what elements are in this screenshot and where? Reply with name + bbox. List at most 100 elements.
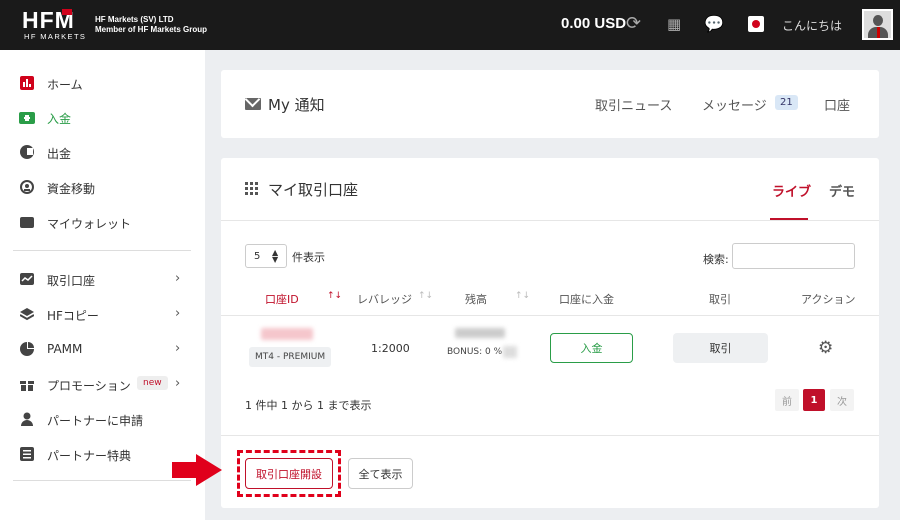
account-id-redacted [261,328,313,340]
pie-chart-icon [19,341,35,357]
bonus-redacted [503,346,517,358]
annotation-arrow-shaft [172,462,198,478]
bonus-value: BONUS: 0 % [447,347,503,357]
bar-chart-icon [19,75,35,91]
gear-icon[interactable]: ⚙ [818,339,833,357]
sidebar-divider [13,250,191,251]
search-input[interactable] [732,243,855,269]
logo-subtitle: HF MARKETS [24,32,87,41]
tab-trading-news[interactable]: 取引ニュース [595,95,672,114]
sort-arrows-icon: ▲ ▼ [272,248,279,264]
transfer-icon [19,179,35,195]
sidebar-item-withdraw[interactable]: 出金 [0,135,205,169]
sidebar-item-hfcopy[interactable]: HFコピー › [0,297,205,331]
sidebar-item-label: パートナーに申請 [47,414,144,428]
sidebar-item-trading-accounts[interactable]: 取引口座 › [0,262,205,296]
new-badge: new [137,376,168,390]
layers-icon [19,306,35,322]
notifications-card: My 通知 取引ニュース メッセージ 21 口座 [221,70,879,138]
deposit-button[interactable]: 入金 [550,333,633,363]
sidebar-item-deposit[interactable]: 入金 [0,100,205,134]
company-info: HF Markets (SV) LTD Member of HF Markets… [95,15,207,35]
sidebar-item-promotions[interactable]: プロモーション new › [0,367,205,401]
chevron-right-icon: › [175,341,181,356]
pagination-next[interactable]: 次 [830,389,854,411]
company-group: Member of HF Markets Group [95,25,208,34]
page-size-value: 5 [254,251,261,262]
table-info: 1 件中 1 から 1 まで表示 [245,399,372,412]
sidebar-item-transfer[interactable]: 資金移動 [0,170,205,204]
sidebar-item-label: パートナー特典 [47,449,132,463]
page-size-label: 件表示 [292,251,325,264]
sidebar-item-label: 資金移動 [47,182,96,196]
sidebar-item-wallet[interactable]: マイウォレット [0,205,205,239]
column-header-leverage[interactable]: レバレッジ [357,291,412,307]
gift-icon [19,376,35,392]
column-header-account-id[interactable]: 口座ID [265,291,299,307]
message-count-badge: 21 [775,95,798,110]
chevron-right-icon: › [175,271,181,286]
balance-redacted [455,328,505,338]
grid-icon [245,182,258,195]
apps-grid-icon[interactable]: ▦ [667,14,681,34]
balance-display: 0.00 USD [561,15,627,32]
sidebar-item-pamm[interactable]: PAMM › [0,332,205,366]
sidebar-item-label: HFコピー [47,309,99,323]
show-all-button[interactable]: 全て表示 [348,458,413,489]
mail-icon [245,98,261,110]
pagination-current[interactable]: 1 [803,389,825,411]
wallet-icon [19,214,35,230]
greeting: こんにちは [782,19,843,33]
sidebar-item-label: ホーム [47,78,83,92]
sidebar-item-label: 取引口座 [47,274,96,288]
sort-icon[interactable]: ↑↓ [327,291,342,301]
line-chart-icon [19,271,35,287]
list-icon [19,446,35,462]
column-header-actions: アクション [801,293,856,306]
column-header-deposit: 口座に入金 [559,293,614,306]
sort-icon[interactable]: ↑↓ [418,291,433,301]
card-footer-divider [221,435,879,436]
sidebar-item-label: PAMM [47,342,83,356]
page-size-select[interactable]: 5 ▲ ▼ [245,244,287,268]
account-type-badge: MT4 - PREMIUM [249,347,332,367]
trade-button[interactable]: 取引 [673,333,768,363]
tab-demo[interactable]: デモ [829,181,855,200]
table-header-divider [221,315,879,316]
column-header-trade: 取引 [709,293,731,306]
avatar[interactable] [862,9,893,40]
deposit-icon [19,109,35,125]
refresh-icon[interactable]: ⟳ [626,14,641,34]
chevron-right-icon: › [175,306,181,321]
pagination-prev[interactable]: 前 [775,389,799,411]
sidebar-item-label: マイウォレット [47,217,132,231]
withdraw-icon [19,144,35,160]
logo-mark [62,9,72,15]
sidebar-divider [13,480,191,481]
leverage-value: 1:2000 [371,342,410,355]
annotation-arrow-icon [196,454,222,486]
trading-accounts-card: マイ取引口座 ライブ デモ 5 ▲ ▼ 件表示 検索: 口座ID ↑↓ レバレッジ… [221,158,879,508]
accounts-title: マイ取引口座 [268,181,359,199]
sidebar-item-label: 出金 [47,147,72,161]
sort-icon[interactable]: ↑↓ [515,291,530,301]
card-divider [221,220,879,221]
notifications-title: My 通知 [268,96,325,114]
company-name: HF Markets (SV) LTD [95,15,174,24]
tab-live[interactable]: ライブ [772,181,811,200]
sidebar-item-home[interactable]: ホーム [0,66,205,100]
japan-flag-icon[interactable] [748,16,764,32]
chevron-right-icon: › [175,376,181,391]
chat-icon[interactable]: 💬 [704,14,724,34]
open-account-button[interactable]: 取引口座開設 [245,458,333,489]
column-header-balance[interactable]: 残高 [465,291,487,307]
top-bar: HFM HF MARKETS HF Markets (SV) LTD Membe… [0,0,900,50]
tab-messages[interactable]: メッセージ [702,95,767,114]
tab-account[interactable]: 口座 [824,95,850,114]
sidebar-item-label: 入金 [47,112,72,126]
user-icon [19,411,35,427]
sidebar: ホーム 入金 出金 資金移動 マイウォレット 取引口座 › HFコピー › PA… [0,50,205,520]
sidebar-item-label: プロモーション [47,379,131,393]
search-label: 検索: [703,253,729,266]
sidebar-item-partner-apply[interactable]: パートナーに申請 [0,402,205,436]
